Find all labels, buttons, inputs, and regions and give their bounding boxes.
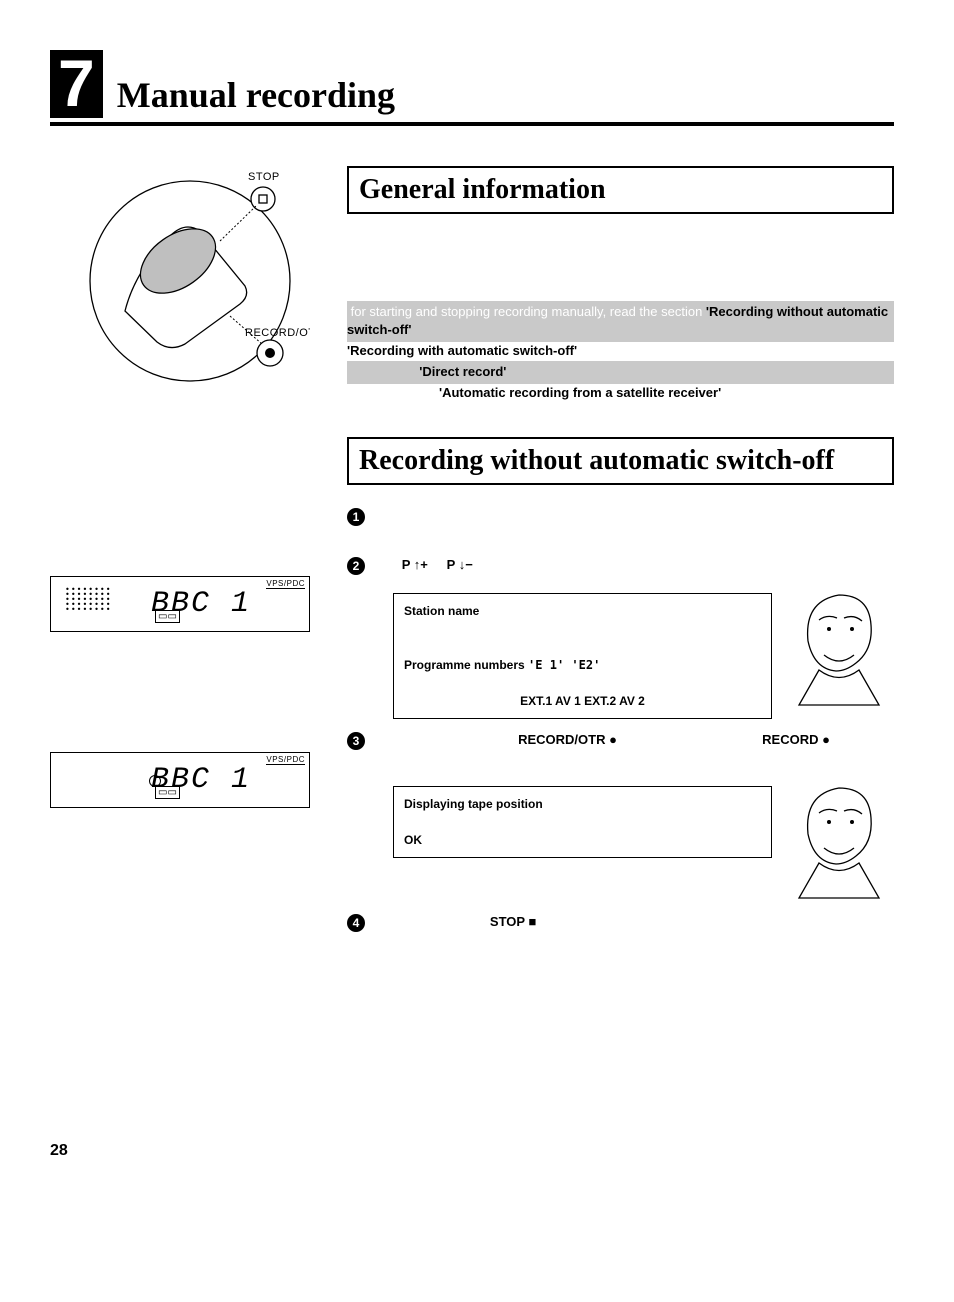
ref-row-2: 'Recording with automatic switch-off' <box>347 342 894 361</box>
stop-label: STOP <box>248 171 280 183</box>
face-illustration-2 <box>784 778 894 908</box>
bargraph-icon: •••••••••••••••••••••••••••••••••••••••• <box>65 587 112 612</box>
step-4: 4 Stop recording with STOP ■. <box>347 913 894 932</box>
ref-row-3: 'Direct record' <box>347 361 894 384</box>
bullet-1: 1 <box>347 508 365 526</box>
vcr-display-2: VPS/PDC ▭▭ BBC 1 <box>50 752 310 808</box>
step-3: 3 To start recording, press RECORD/OTR ●… <box>347 731 894 769</box>
intro-text: Use 'Manual recording' to make a spontan… <box>347 236 894 293</box>
page-number: 28 <box>50 1142 894 1160</box>
vpspdc-indicator: VPS/PDC <box>266 579 305 589</box>
chapter-number: 7 <box>50 50 103 118</box>
vcr-display-1: VPS/PDC ••••••••••••••••••••••••••••••••… <box>50 576 310 632</box>
section-title-recording: Recording without automatic switch-off <box>347 437 894 485</box>
bullet-3: 3 <box>347 732 365 750</box>
hint-box-tape-position: Displaying tape position — during record… <box>393 786 772 858</box>
vpspdc-indicator: VPS/PDC <box>266 755 305 765</box>
chapter-title: Manual recording <box>117 74 395 118</box>
section-title-general-info: General information <box>347 166 894 214</box>
step-1: 1 Insert a cassette. <box>347 507 894 526</box>
lcd-channel: BBC 1 <box>151 587 251 621</box>
record-otr-label: RECORD/OTR <box>245 327 310 339</box>
remote-illustration: STOP RECORD/OTR <box>70 166 310 391</box>
bullet-4: 4 <box>347 914 365 932</box>
ref-row-4: 'Automatic recording from a satellite re… <box>347 384 894 403</box>
lcd-channel: BBC 1 <box>151 763 251 797</box>
ref-row-1: for starting and stopping recording manu… <box>347 301 894 343</box>
chapter-header: 7 Manual recording <box>50 50 894 126</box>
face-illustration-1 <box>784 585 894 715</box>
step-2: 2 Use P ↑+ or P ↓− to select the program… <box>347 556 894 575</box>
hint-box-station: Station name is shown on the display if … <box>393 593 772 719</box>
bullet-2: 2 <box>347 557 365 575</box>
